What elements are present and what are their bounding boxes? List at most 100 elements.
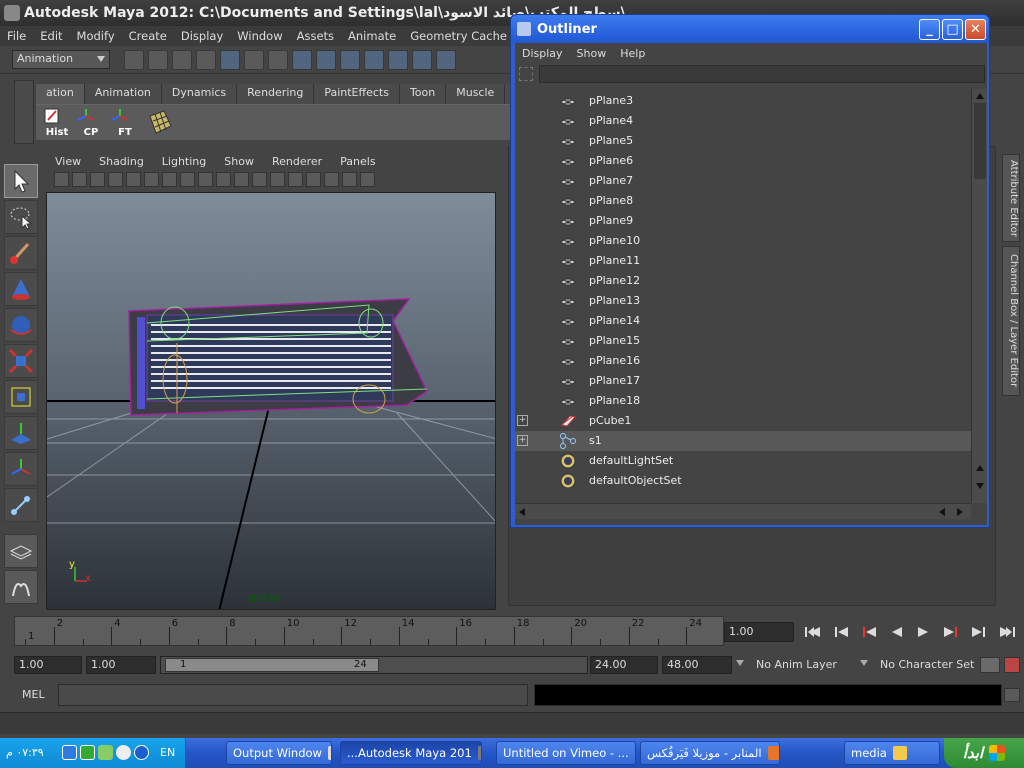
outliner-item[interactable]: pPlane15	[515, 331, 971, 351]
chevron-down-icon[interactable]	[736, 660, 744, 666]
safe-action-icon[interactable]	[216, 172, 231, 187]
step-back-icon[interactable]	[830, 624, 852, 640]
select-tool[interactable]	[4, 164, 38, 198]
outliner-item[interactable]: pPlane7	[515, 171, 971, 191]
joint-tool[interactable]	[4, 488, 38, 522]
character-set-label[interactable]: No Character Set	[880, 658, 974, 671]
snap-plane-icon[interactable]	[364, 50, 384, 70]
outliner-app-icon[interactable]	[517, 22, 531, 36]
outliner-item[interactable]: pPlane6	[515, 151, 971, 171]
outliner-title-bar[interactable]: Outliner	[511, 15, 989, 43]
maximize-button[interactable]: □	[942, 19, 963, 40]
outliner-item[interactable]: pPlane8	[515, 191, 971, 211]
tab-channel-box[interactable]: Channel Box / Layer Editor	[1002, 246, 1020, 396]
open-scene-icon[interactable]	[148, 50, 168, 70]
resolution-gate-icon[interactable]	[162, 172, 177, 187]
outliner-item[interactable]: + s1	[515, 431, 971, 451]
animation-start-field[interactable]: 1.00	[14, 656, 82, 674]
shadows-icon[interactable]	[360, 172, 375, 187]
camera-attr-icon[interactable]	[72, 172, 87, 187]
scroll-up-icon[interactable]	[976, 465, 984, 471]
safe-title-icon[interactable]	[234, 172, 249, 187]
taskbar-item[interactable]: ...Autodesk Maya 201	[340, 741, 482, 765]
menu-create[interactable]: Create	[122, 29, 174, 43]
shelf-tab-painteffects[interactable]: PaintEffects	[314, 84, 400, 104]
select-component-icon[interactable]	[244, 50, 264, 70]
shelf-tab-muscle[interactable]: Muscle	[446, 84, 506, 104]
outliner-item[interactable]: pPlane13	[515, 291, 971, 311]
default-light-icon[interactable]	[324, 172, 339, 187]
taskbar-item[interactable]: media	[844, 741, 940, 765]
history-toggle-icon[interactable]	[412, 50, 432, 70]
quick-layout-tool[interactable]	[4, 534, 38, 568]
mel-command-input[interactable]	[58, 684, 528, 706]
camera-icon[interactable]	[54, 172, 69, 187]
playback-end-field[interactable]: 24.00	[590, 656, 658, 674]
horizontal-scrollbar[interactable]	[515, 503, 971, 519]
outliner-item[interactable]: pPlane16	[515, 351, 971, 371]
clock[interactable]: ٠٧:٣٩ م	[6, 746, 44, 759]
shelf-tab-toon[interactable]: Toon	[399, 84, 447, 104]
image-plane-icon[interactable]	[108, 172, 123, 187]
menu-window[interactable]: Window	[230, 29, 289, 43]
step-forward-icon[interactable]	[968, 624, 990, 640]
perspective-viewport[interactable]: y x persp	[46, 192, 496, 610]
shelf-tab-rendering[interactable]: Rendering	[237, 84, 315, 104]
maya-app-icon[interactable]	[4, 5, 20, 21]
new-scene-icon[interactable]	[124, 50, 144, 70]
shelf-tab-ation[interactable]: ation	[36, 84, 85, 104]
menu-display[interactable]: Display	[174, 29, 230, 43]
bookmark-icon[interactable]	[90, 172, 105, 187]
outliner-item[interactable]: defaultObjectSet	[515, 471, 971, 491]
range-slider-handle[interactable]: 1 24	[165, 658, 379, 672]
app-tray-icon[interactable]	[98, 745, 113, 760]
outliner-item[interactable]: defaultLightSet	[515, 451, 971, 471]
grid-icon[interactable]	[126, 172, 141, 187]
viewport-menu-show[interactable]: Show	[215, 155, 263, 168]
outliner-item[interactable]: pPlane18	[515, 391, 971, 411]
shelf-button-hist[interactable]: Hist	[42, 108, 72, 138]
viewport-menu-lighting[interactable]: Lighting	[153, 155, 215, 168]
snap-point-icon[interactable]	[340, 50, 360, 70]
menu-animate[interactable]: Animate	[341, 29, 403, 43]
xray-icon[interactable]	[306, 172, 321, 187]
select-object-icon[interactable]	[220, 50, 240, 70]
outliner-menu-help[interactable]: Help	[613, 47, 652, 60]
auto-key-icon[interactable]	[980, 657, 1000, 673]
paint-select-tool[interactable]	[4, 236, 38, 270]
network-icon[interactable]	[62, 745, 77, 760]
outliner-item[interactable]: pPlane4	[515, 111, 971, 131]
vertical-scrollbar[interactable]	[971, 89, 987, 503]
scrollbar-thumb[interactable]	[974, 103, 986, 179]
snap-curve-icon[interactable]	[316, 50, 336, 70]
animation-end-field[interactable]: 48.00	[662, 656, 732, 674]
anim-layer-label[interactable]: No Anim Layer	[756, 658, 837, 671]
gate-mask-icon[interactable]	[180, 172, 195, 187]
volume-icon[interactable]	[116, 745, 131, 760]
shelf-button-cp[interactable]: CP	[76, 108, 106, 138]
scroll-up-icon[interactable]	[976, 93, 984, 99]
command-language-label[interactable]: MEL	[22, 688, 45, 701]
outliner-menu-display[interactable]: Display	[515, 47, 570, 60]
scroll-left-icon[interactable]	[519, 508, 525, 516]
shelf-menu-handle[interactable]	[14, 80, 34, 144]
outliner-item[interactable]: pPlane3	[515, 91, 971, 111]
go-to-end-icon[interactable]	[996, 624, 1018, 640]
show-manipulator-tool[interactable]	[4, 452, 38, 486]
menu-file[interactable]: File	[0, 29, 33, 43]
close-button[interactable]: ✕	[965, 19, 986, 40]
shelf-button-ft[interactable]: FT	[110, 108, 140, 138]
filter-icon[interactable]	[519, 67, 533, 81]
viewport-menu-shading[interactable]: Shading	[90, 155, 153, 168]
make-live-icon[interactable]	[388, 50, 408, 70]
film-gate-icon[interactable]	[144, 172, 159, 187]
outliner-item[interactable]: + pCube1	[515, 411, 971, 431]
play-backwards-icon[interactable]	[886, 624, 908, 640]
outliner-item[interactable]: pPlane10	[515, 231, 971, 251]
wireframe-icon[interactable]	[252, 172, 267, 187]
outliner-menu-show[interactable]: Show	[570, 47, 614, 60]
range-slider[interactable]: 1 24	[160, 656, 588, 674]
step-forward-key-icon[interactable]	[940, 624, 962, 640]
smooth-shade-icon[interactable]	[270, 172, 285, 187]
tab-attribute-editor[interactable]: Attribute Editor	[1002, 154, 1020, 242]
